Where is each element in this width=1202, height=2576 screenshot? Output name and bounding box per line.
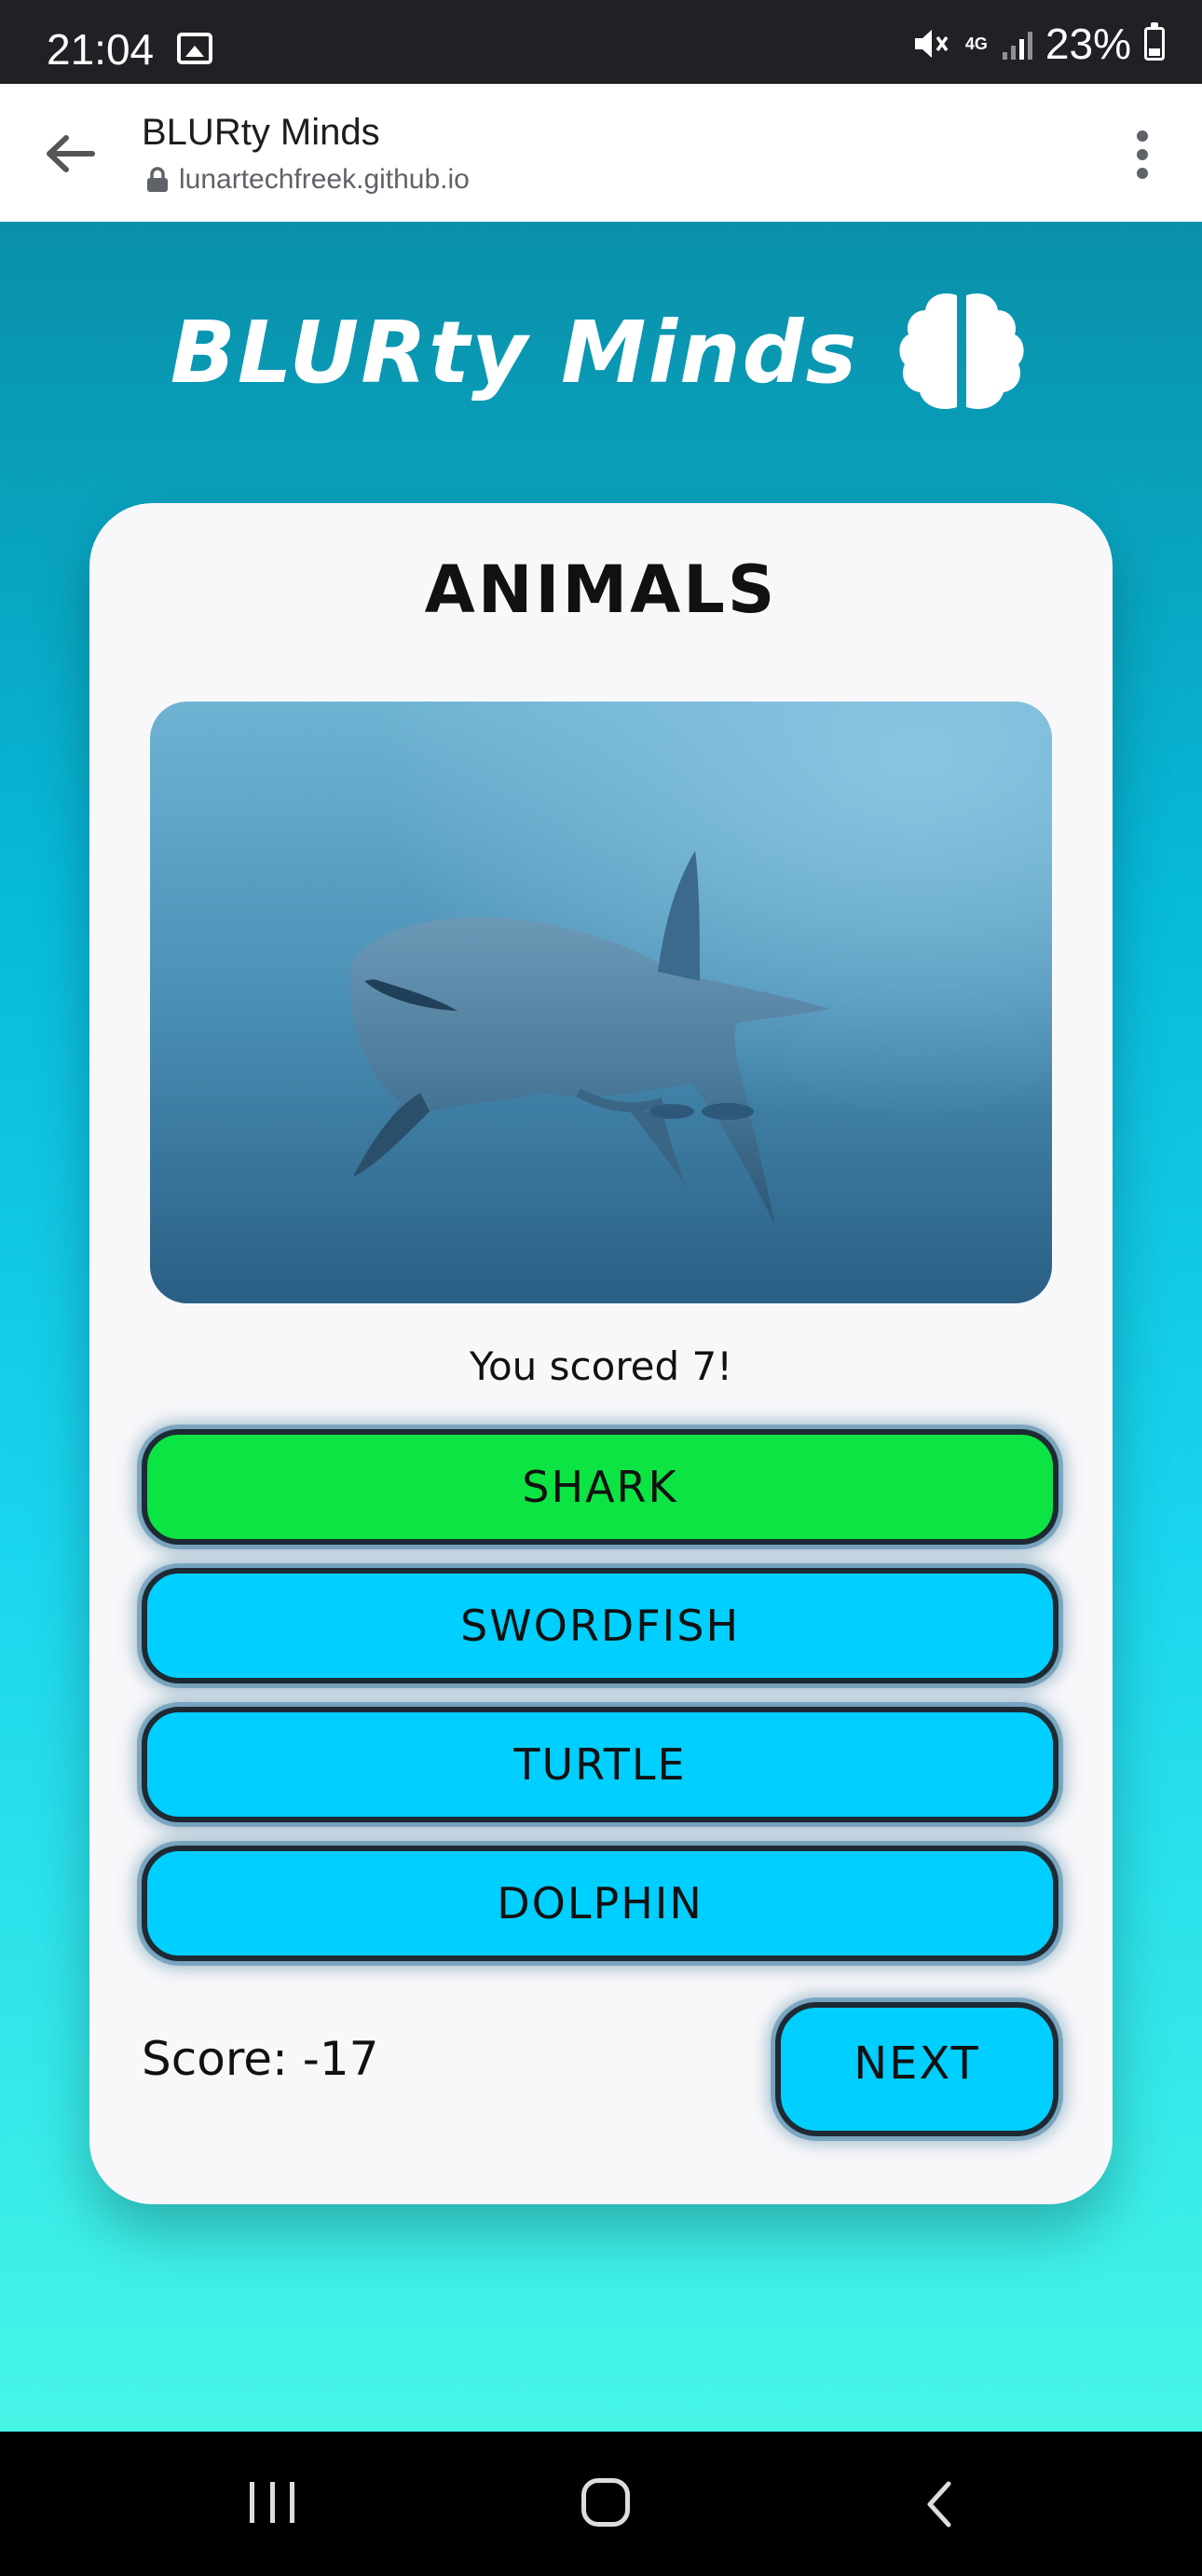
quiz-image xyxy=(150,702,1052,1303)
answer-button-turtle[interactable]: TURTLE xyxy=(142,1707,1059,1822)
system-navigation-bar xyxy=(0,2432,1202,2576)
answer-button-dolphin[interactable]: DOLPHIN xyxy=(142,1846,1059,1961)
category-title: ANIMALS xyxy=(424,552,778,628)
status-bar: 21:04 4G 23% xyxy=(0,0,1202,84)
mute-icon xyxy=(914,30,949,58)
app-logo-text: BLURty Minds xyxy=(170,302,859,402)
result-message: You scored 7! xyxy=(469,1343,733,1389)
battery-icon xyxy=(1144,22,1165,61)
arrow-left-icon xyxy=(47,135,95,172)
bar-icon xyxy=(290,2482,294,2523)
back-button[interactable] xyxy=(37,121,102,186)
network-type: 4G xyxy=(964,34,988,53)
dot-icon xyxy=(1137,149,1148,160)
brain-icon xyxy=(899,293,1024,410)
recents-button[interactable] xyxy=(250,2482,294,2523)
browser-toolbar: BLURty Minds lunartechfreek.github.io xyxy=(0,84,1202,222)
app-header: BLURty Minds xyxy=(0,287,1202,417)
more-options-button[interactable] xyxy=(1124,125,1161,184)
bar-icon xyxy=(269,2482,275,2523)
quiz-card: ANIMALS You scored 7! SHARK SWORDFISH TU… xyxy=(89,503,1113,2204)
bar-icon xyxy=(250,2482,254,2523)
url-row[interactable]: lunartechfreek.github.io xyxy=(145,164,470,196)
signal-icon xyxy=(1002,28,1032,60)
answer-button-shark[interactable]: SHARK xyxy=(142,1429,1059,1545)
score-display: Score: -17 xyxy=(142,2032,379,2086)
answer-button-swordfish[interactable]: SWORDFISH xyxy=(142,1568,1059,1683)
dot-icon xyxy=(1137,130,1148,142)
home-button[interactable] xyxy=(581,2478,630,2527)
status-time: 21:04 xyxy=(47,25,155,74)
dot-icon xyxy=(1137,168,1148,179)
nav-back-button[interactable] xyxy=(921,2476,958,2532)
page-title: BLURty Minds xyxy=(142,112,380,153)
next-button[interactable]: NEXT xyxy=(775,2002,1059,2136)
page-content: BLURty Minds ANIMALS You scored 7! SHARK… xyxy=(0,222,1202,2432)
url-text: lunartechfreek.github.io xyxy=(179,164,470,195)
lock-icon xyxy=(147,167,168,192)
status-icons: 4G 23% xyxy=(911,20,1165,68)
gallery-icon xyxy=(177,33,212,64)
answer-list: SHARK SWORDFISH TURTLE DOLPHIN xyxy=(142,1429,1059,1984)
battery-percent: 23% xyxy=(1045,20,1131,68)
